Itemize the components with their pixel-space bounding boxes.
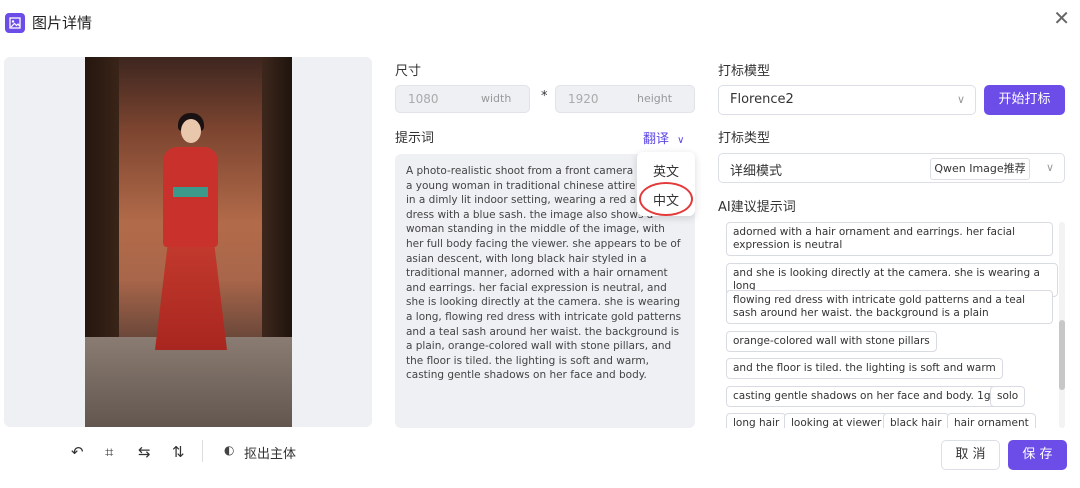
flip-vertical-icon[interactable]: ⇅ bbox=[172, 443, 185, 461]
size-label: 尺寸 bbox=[395, 64, 422, 79]
highlight-circle bbox=[639, 182, 693, 216]
tag-type-label: 打标类型 bbox=[718, 131, 771, 146]
image-preview bbox=[4, 57, 372, 427]
tag-type-value: 详细模式 bbox=[730, 164, 783, 179]
photo-pillar-right bbox=[262, 57, 292, 347]
prompt-label: 提示词 bbox=[395, 131, 435, 146]
ai-tag[interactable]: hair ornament bbox=[947, 413, 1036, 428]
translate-button[interactable]: 翻译 ∨ bbox=[643, 128, 684, 147]
photo-figure-head bbox=[181, 119, 201, 143]
photo-floor bbox=[85, 337, 292, 427]
size-separator: * bbox=[541, 89, 548, 104]
photo-figure-sash bbox=[173, 187, 208, 197]
photo-figure-body bbox=[163, 147, 218, 247]
height-value: 1920 bbox=[568, 92, 599, 106]
ai-tag-list: adorned with a hair ornament and earring… bbox=[718, 218, 1058, 428]
chevron-down-icon: ∨ bbox=[1045, 161, 1054, 174]
photo-figure-skirt bbox=[155, 242, 227, 350]
preview-photo bbox=[85, 57, 292, 427]
height-unit: height bbox=[637, 92, 673, 105]
tag-model-value: Florence2 bbox=[730, 92, 794, 107]
chevron-down-icon: ∨ bbox=[677, 135, 685, 146]
translate-label: 翻译 bbox=[643, 132, 670, 147]
ai-tag[interactable]: adorned with a hair ornament and earring… bbox=[726, 222, 1053, 256]
width-unit: width bbox=[481, 92, 512, 105]
image-icon bbox=[5, 13, 25, 33]
ai-tag[interactable]: long hair bbox=[726, 413, 787, 428]
scrollbar-thumb[interactable] bbox=[1059, 320, 1065, 390]
start-tagging-button[interactable]: 开始打标 bbox=[984, 85, 1065, 115]
photo-pillar-left bbox=[85, 57, 119, 347]
translate-option-english[interactable]: 英文 bbox=[637, 161, 695, 180]
cancel-button[interactable]: 取 消 bbox=[941, 440, 1000, 470]
crop-icon[interactable]: ⌗ bbox=[105, 443, 113, 461]
ai-tag[interactable]: and the floor is tiled. the lighting is … bbox=[726, 358, 1003, 379]
tag-model-select[interactable]: Florence2 ∨ bbox=[718, 85, 976, 115]
tool-divider bbox=[202, 440, 203, 462]
ai-tag[interactable]: orange-colored wall with stone pillars bbox=[726, 331, 937, 352]
flip-horizontal-icon[interactable]: ⇆ bbox=[138, 443, 151, 461]
save-button[interactable]: 保 存 bbox=[1008, 440, 1067, 470]
ai-suggest-label: AI建议提示词 bbox=[718, 200, 796, 215]
dialog-title: 图片详情 bbox=[32, 14, 93, 32]
tag-model-label: 打标模型 bbox=[718, 64, 771, 79]
ai-tag[interactable]: flowing red dress with intricate gold pa… bbox=[726, 290, 1053, 324]
width-field[interactable]: 1080 width bbox=[395, 85, 530, 113]
ai-tag[interactable]: casting gentle shadows on her face and b… bbox=[726, 386, 1008, 407]
rotate-icon[interactable]: ↶ bbox=[71, 443, 84, 461]
ai-tag[interactable]: looking at viewer bbox=[784, 413, 889, 428]
chevron-down-icon: ∨ bbox=[956, 93, 965, 106]
ai-tag[interactable]: black hair bbox=[883, 413, 949, 428]
close-icon[interactable]: ✕ bbox=[1053, 8, 1070, 28]
width-value: 1080 bbox=[408, 92, 439, 106]
height-field[interactable]: 1920 height bbox=[555, 85, 695, 113]
recommend-badge: Qwen Image推荐 bbox=[930, 158, 1030, 180]
extract-subject-button[interactable]: 抠出主体 bbox=[244, 443, 296, 462]
subject-icon[interactable]: ◐ bbox=[224, 443, 234, 457]
ai-tag[interactable]: solo bbox=[990, 386, 1026, 407]
